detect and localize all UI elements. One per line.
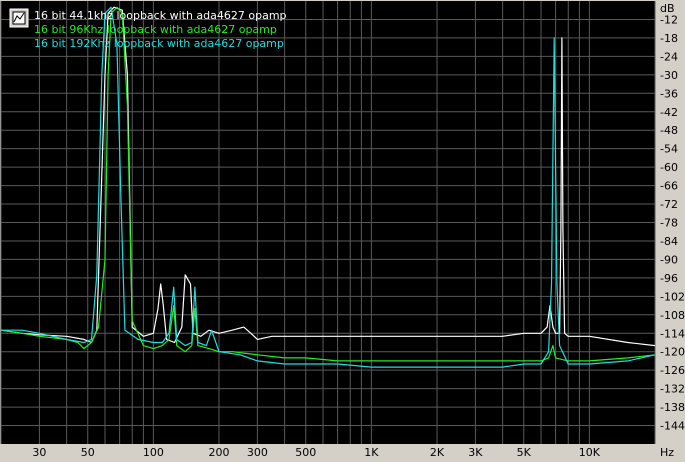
y-tick-label: -72 [660, 198, 678, 211]
x-tick-label: 30 [32, 446, 46, 459]
legend-toggle-icon[interactable] [9, 8, 29, 28]
y-tick-label: -24 [660, 50, 678, 63]
y-tick-label: -114 [660, 327, 685, 340]
y-tick-label: -30 [660, 69, 678, 82]
x-tick-label: 500 [295, 446, 316, 459]
x-tick-label: 5K [517, 446, 532, 459]
y-tick-label: -60 [660, 161, 678, 174]
x-tick-label: 3K [468, 446, 483, 459]
y-tick-label: -36 [660, 87, 678, 100]
y-tick-label: -66 [660, 180, 678, 193]
x-unit-label: Hz [660, 446, 674, 459]
x-tick-label: 100 [143, 446, 164, 459]
x-tick-label: 300 [247, 446, 268, 459]
legend-entry: 16 bit 44.1khz loopback with ada4627 opa… [34, 9, 287, 22]
y-tick-label: -54 [660, 143, 678, 156]
y-tick-label: -132 [660, 383, 685, 396]
y-tick-label: -42 [660, 106, 678, 119]
y-tick-label: -120 [660, 346, 685, 359]
y-tick-label: -102 [660, 290, 685, 303]
y-tick-label: -78 [660, 217, 678, 230]
y-axis: -12 -18 -24 -30 -36 -42 -48 -54 -60 -66 -72 -78 -84 -… [660, 13, 685, 432]
legend-entry: 16 bit 96Khz loopback with ada4627 opamp [34, 23, 277, 36]
y-tick-label: -48 [660, 124, 678, 137]
y-tick-label: -138 [660, 401, 685, 414]
y-tick-label: -144 [660, 420, 685, 433]
y-tick-label: -90 [660, 253, 678, 266]
x-axis: 30 50 100 200 300 500 1K 2K 3K 5K 10K [32, 446, 600, 459]
x-tick-label: 10K [579, 446, 601, 459]
x-tick-label: 1K [364, 446, 379, 459]
x-tick-label: 50 [81, 446, 95, 459]
y-unit-label: dB [660, 2, 675, 15]
y-tick-label: -84 [660, 235, 678, 248]
spectrum-chart: -12 -18 -24 -30 -36 -42 -48 -54 -60 -66 -72 -78 -84 -… [0, 1, 685, 459]
legend-entry: 16 bit 192Khz loopback with ada4627 opam… [34, 37, 284, 50]
x-tick-label: 200 [209, 446, 230, 459]
y-tick-label: -18 [660, 32, 678, 45]
legend: 16 bit 44.1khz loopback with ada4627 opa… [9, 8, 287, 50]
y-tick-label: -12 [660, 13, 678, 26]
y-tick-label: -108 [660, 309, 685, 322]
y-tick-label: -96 [660, 272, 678, 285]
y-tick-label: -126 [660, 364, 685, 377]
analyzer-window: -12 -18 -24 -30 -36 -42 -48 -54 -60 -66 -72 -78 -84 -… [0, 0, 685, 462]
x-tick-label: 2K [430, 446, 445, 459]
